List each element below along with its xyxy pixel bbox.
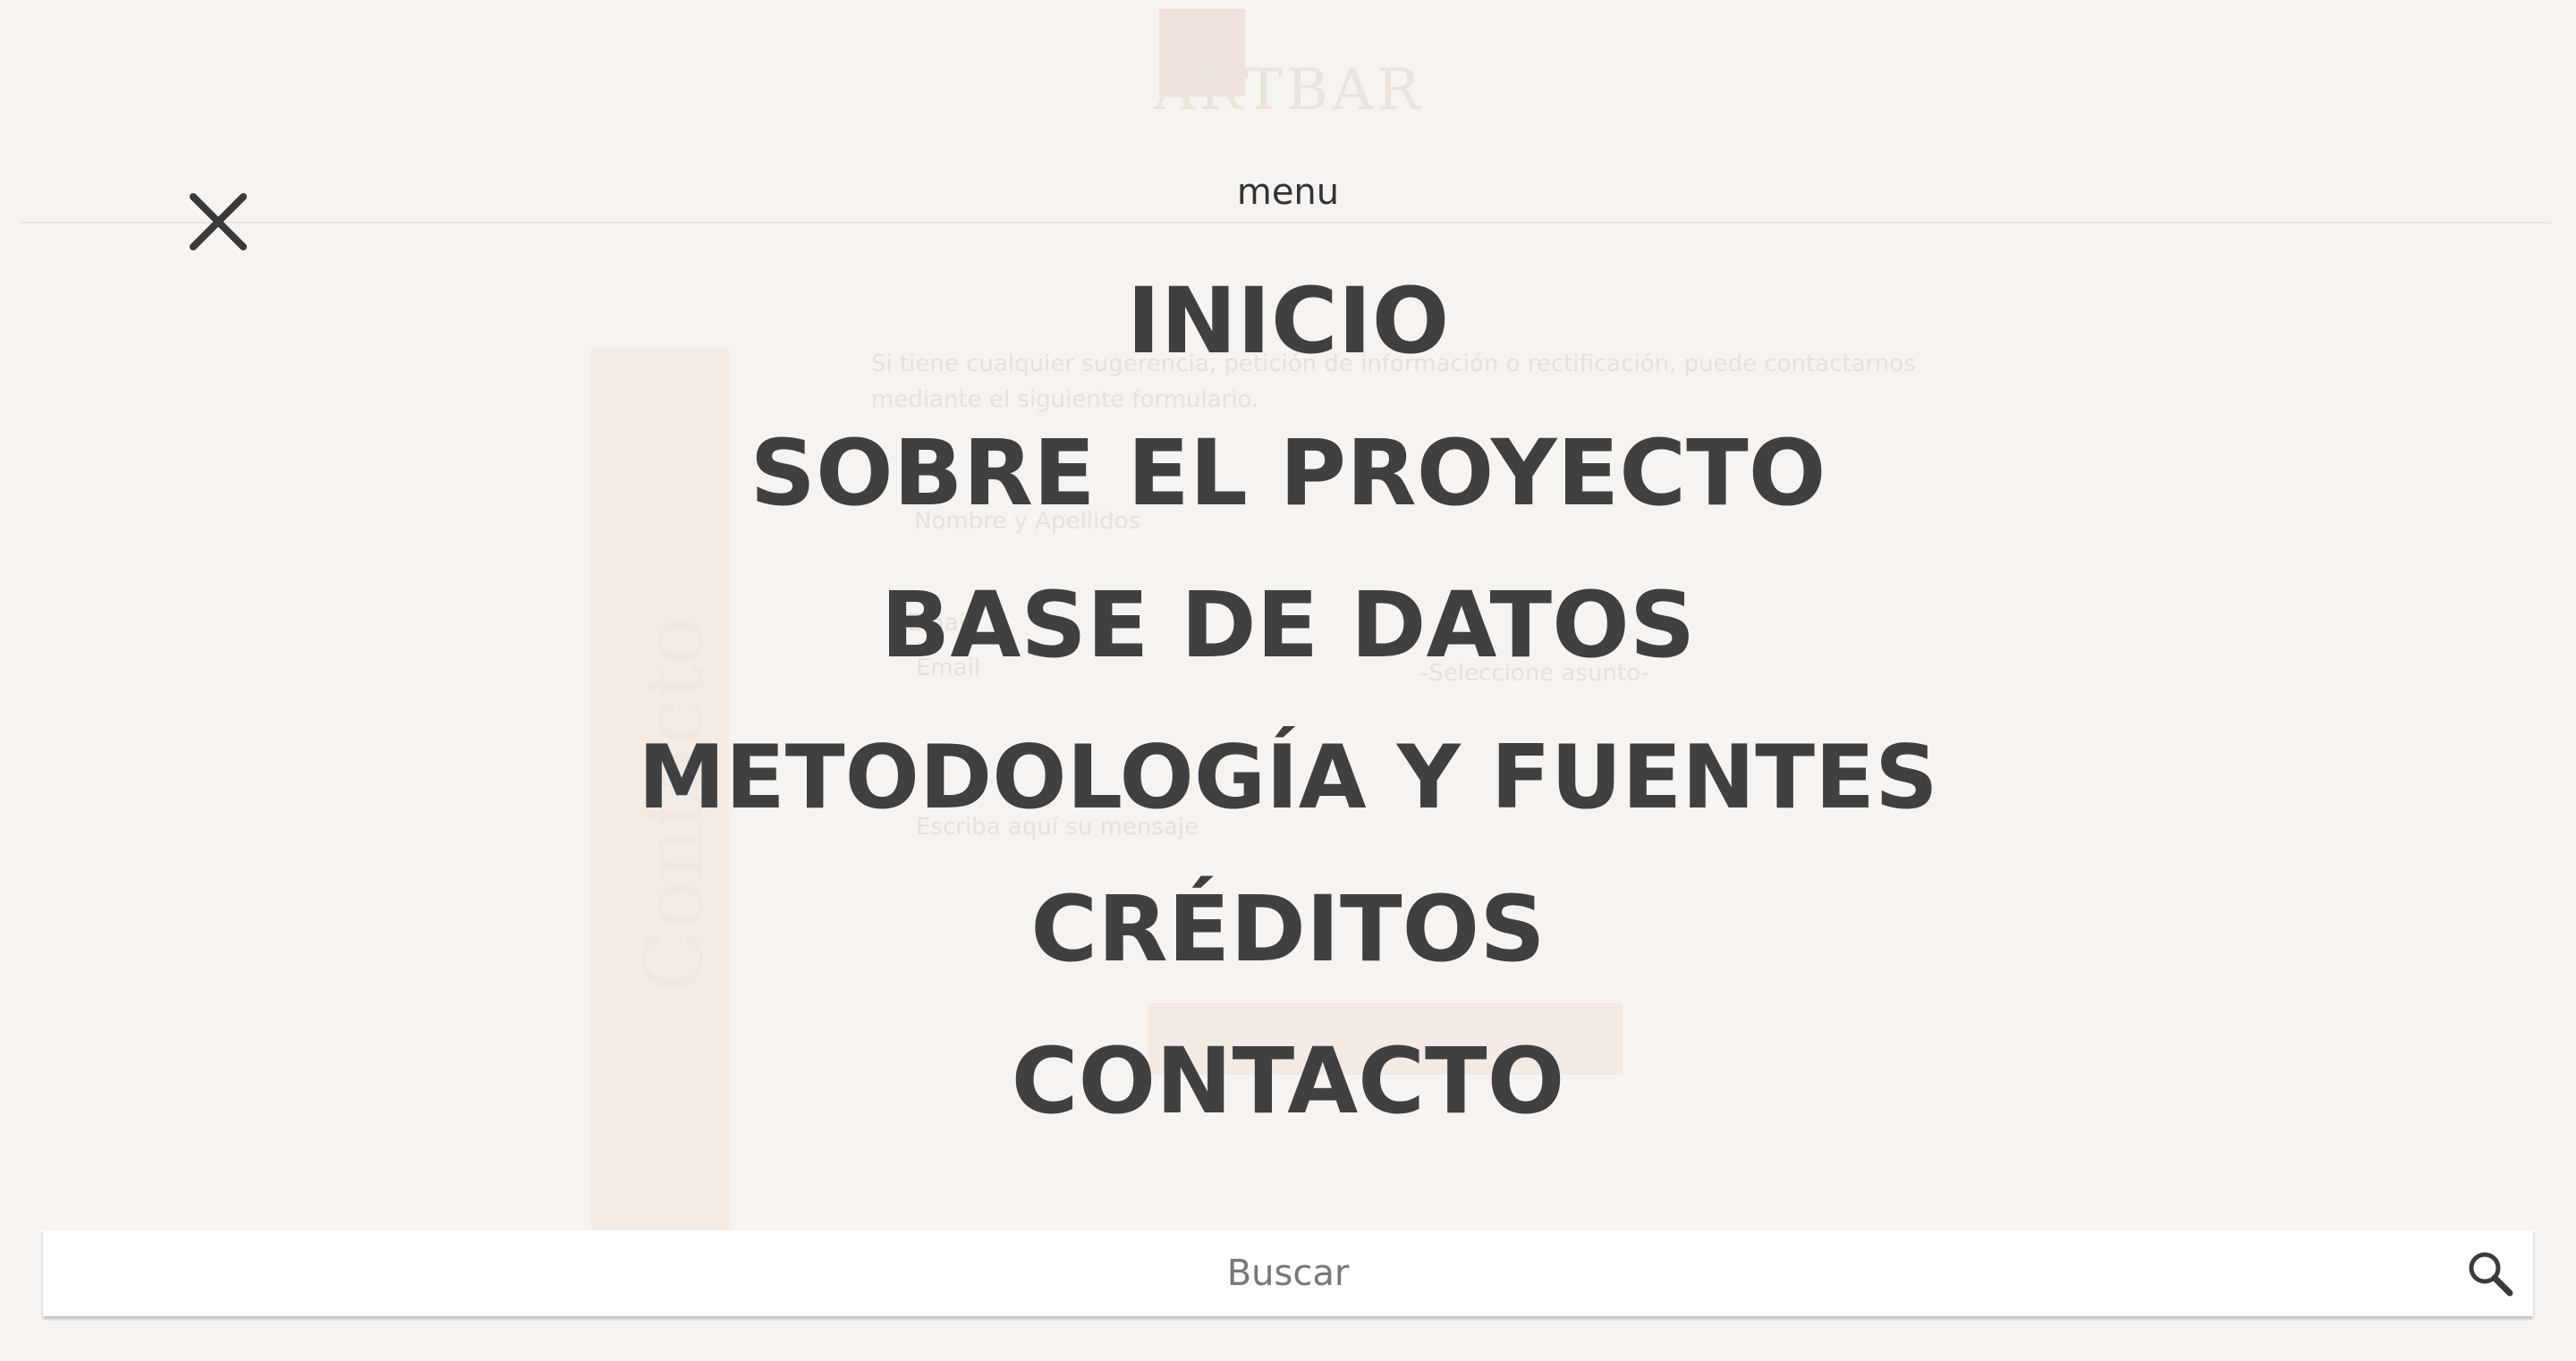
search-bar xyxy=(43,1230,2533,1316)
nav-item-inicio[interactable]: INICIO xyxy=(0,268,2576,376)
nav-item-contacto[interactable]: CONTACTO xyxy=(0,1028,2576,1136)
close-icon xyxy=(190,193,247,250)
menu-title: menu xyxy=(1236,172,1340,213)
nav-item-base-de-datos[interactable]: BASE DE DATOS xyxy=(0,572,2576,680)
search-button[interactable] xyxy=(2465,1248,2515,1298)
page: ARTBAR Contacto Si tiene cualquier suger… xyxy=(0,0,2576,1361)
nav-item-sobre-el-proyecto[interactable]: SOBRE EL PROYECTO xyxy=(0,420,2576,528)
nav-item-creditos[interactable]: CRÉDITOS xyxy=(0,876,2576,984)
menu-overlay: menu INICIO SOBRE EL PROYECTO BASE DE DA… xyxy=(0,0,2576,1361)
menu-divider xyxy=(21,222,2551,224)
search-icon xyxy=(2469,1252,2513,1297)
search-input[interactable] xyxy=(43,1230,2422,1316)
nav-item-metodologia-y-fuentes[interactable]: METODOLOGÍA Y FUENTES xyxy=(0,724,2576,832)
close-menu-button[interactable] xyxy=(186,190,250,254)
